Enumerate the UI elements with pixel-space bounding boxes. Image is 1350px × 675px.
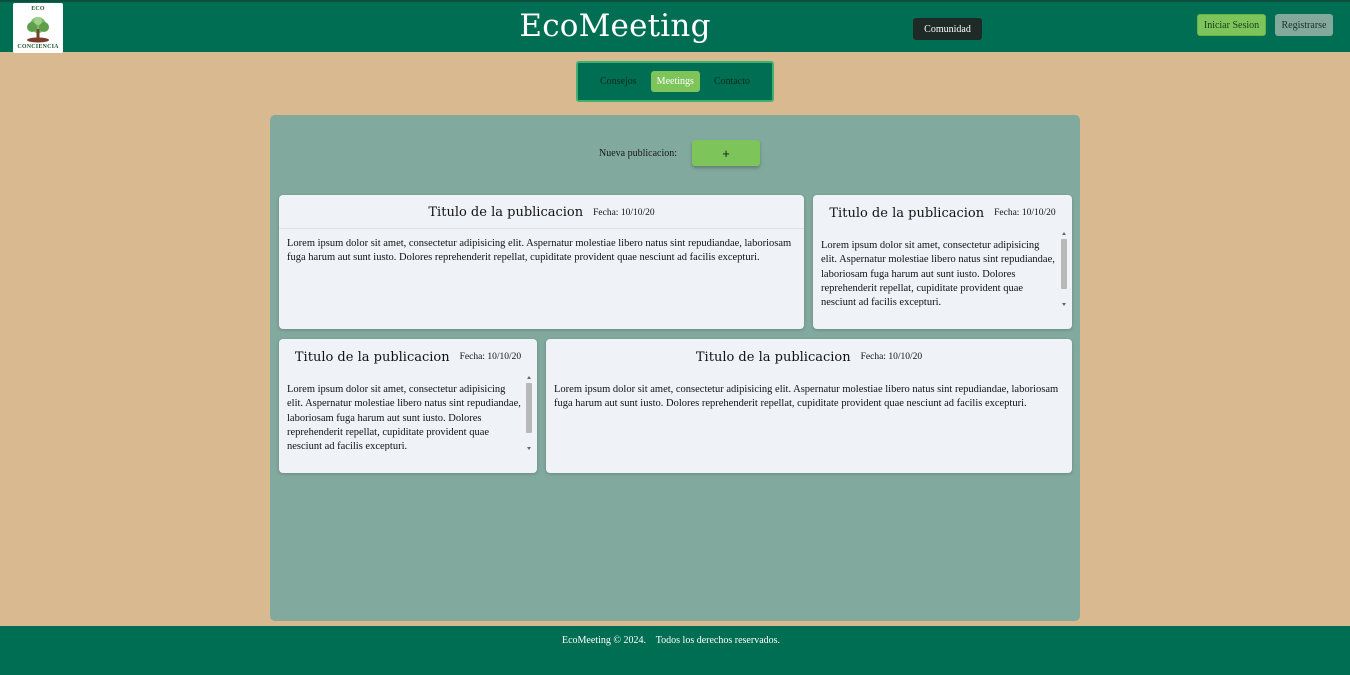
- community-button[interactable]: Comunidad: [913, 18, 982, 40]
- post-card: Titulo de la publicacion Fecha: 10/10/20…: [279, 195, 804, 329]
- post-scroll-area[interactable]: Lorem ipsum dolor sit amet, consectetur …: [279, 375, 537, 451]
- header: ECO CONCIENCIA EcoMeeting Comunidad Inic…: [0, 0, 1350, 53]
- post-scrollbar[interactable]: [526, 375, 533, 451]
- post-date: Fecha: 10/10/20: [593, 207, 655, 218]
- post-scrollbar[interactable]: [1061, 231, 1068, 307]
- scroll-up-icon[interactable]: [1062, 232, 1066, 235]
- post-date: Fecha: 10/10/20: [860, 352, 923, 362]
- nav-item-consejos[interactable]: Consejos: [594, 71, 643, 92]
- login-button[interactable]: Iniciar Sesion: [1197, 14, 1266, 36]
- new-post-label: Nueva publicacion:: [599, 147, 678, 159]
- post-card: Titulo de la publicacion Fecha: 10/10/20…: [279, 339, 537, 473]
- new-post-button[interactable]: +: [692, 140, 760, 166]
- new-post-row: Nueva publicacion: +: [599, 140, 760, 166]
- scroll-down-icon[interactable]: [527, 447, 531, 450]
- post-body: Lorem ipsum dolor sit amet, consectetur …: [287, 384, 521, 451]
- post-date: Fecha: 10/10/20: [994, 208, 1056, 218]
- post-header: Titulo de la publicacion Fecha: 10/10/20: [546, 339, 1072, 373]
- post-body: Lorem ipsum dolor sit amet, consectetur …: [554, 384, 1059, 410]
- post-header: Titulo de la publicacion Fecha: 10/10/20: [279, 195, 804, 229]
- post-date: Fecha: 10/10/20: [459, 352, 522, 362]
- footer-copyright: EcoMeeting © 2024. Todos los derechos re…: [561, 635, 781, 646]
- section-nav: Consejos Meetings Contacto: [576, 61, 774, 102]
- scroll-down-icon[interactable]: [1062, 303, 1066, 306]
- post-title: Titulo de la publicacion: [428, 205, 584, 220]
- post-scroll-area[interactable]: Lorem ipsum dolor sit amet, consectetur …: [813, 231, 1072, 307]
- post-card: Titulo de la publicacion Fecha: 10/10/20…: [546, 339, 1072, 473]
- post-title: Titulo de la publicacion: [695, 349, 851, 365]
- nav-item-meetings[interactable]: Meetings: [650, 71, 700, 92]
- post-header: Titulo de la publicacion Fecha: 10/10/20: [279, 339, 537, 373]
- scroll-thumb[interactable]: [1061, 239, 1067, 289]
- footer: EcoMeeting © 2024. Todos los derechos re…: [0, 626, 1350, 675]
- post-title: Titulo de la publicacion: [829, 205, 985, 221]
- post-body: Lorem ipsum dolor sit amet, consectetur …: [287, 238, 792, 264]
- post-body: Lorem ipsum dolor sit amet, consectetur …: [821, 240, 1055, 307]
- post-header: Titulo de la publicacion Fecha: 10/10/20: [813, 195, 1072, 229]
- logo-bottom-text: CONCIENCIA: [17, 44, 59, 50]
- nav-item-contacto[interactable]: Contacto: [708, 71, 756, 92]
- scroll-up-icon[interactable]: [527, 376, 531, 379]
- scroll-thumb[interactable]: [526, 383, 532, 433]
- post-card: Titulo de la publicacion Fecha: 10/10/20…: [813, 195, 1072, 329]
- register-button[interactable]: Registrarse: [1275, 14, 1333, 36]
- site-title: EcoMeeting: [519, 8, 711, 44]
- post-title: Titulo de la publicacion: [294, 349, 450, 365]
